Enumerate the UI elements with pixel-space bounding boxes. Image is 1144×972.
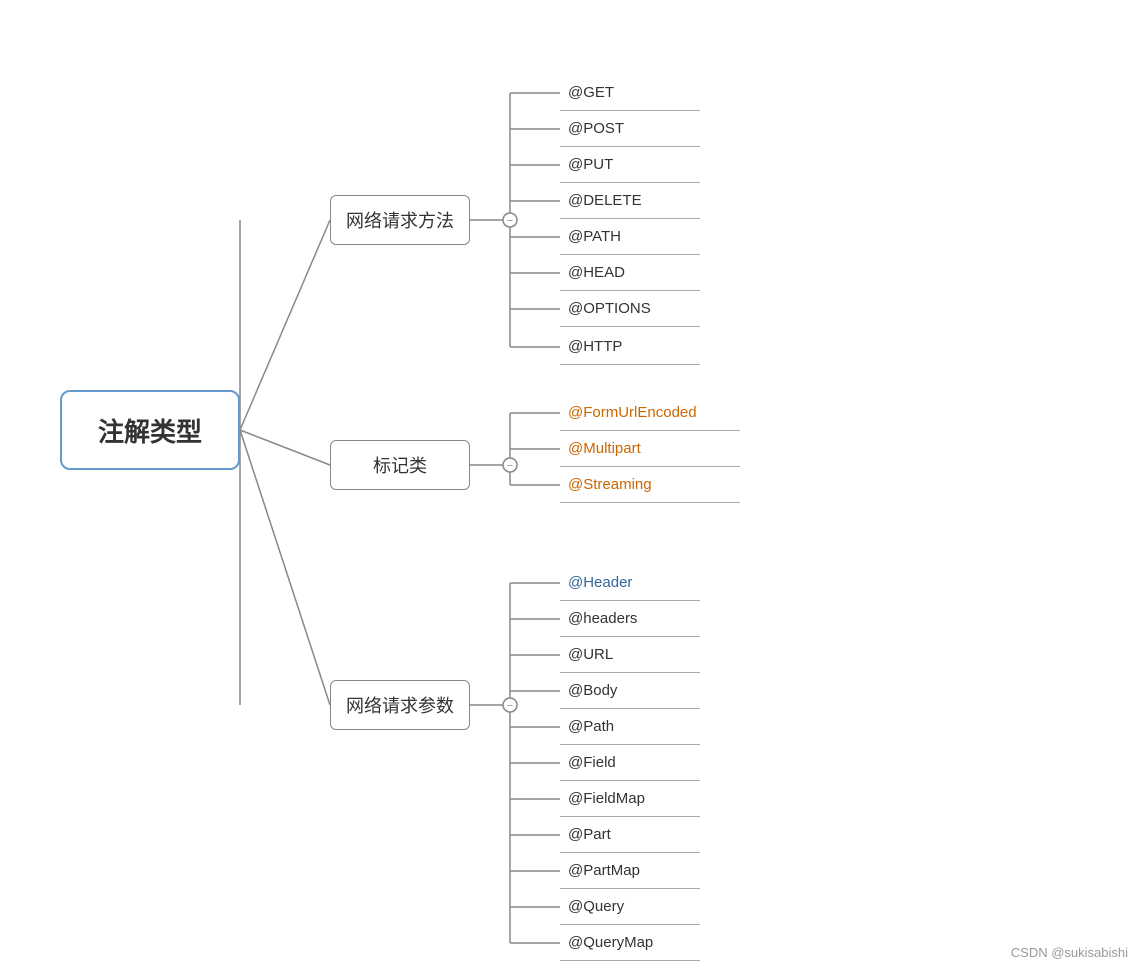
leaf-formurl: @FormUrlEncoded: [560, 395, 740, 431]
svg-text:−: −: [507, 460, 513, 472]
leaf-delete: @DELETE: [560, 183, 700, 219]
leaf-post: @POST: [560, 111, 700, 147]
branch-node-3: 网络请求参数: [330, 680, 470, 730]
svg-text:−: −: [507, 215, 513, 227]
leaf-querymap: @QueryMap: [560, 925, 700, 961]
diagram-container: − − − 注解类型 网络请求方法 @GET @POST @PUT @DELET…: [0, 0, 1144, 972]
root-label: 注解类型: [98, 412, 202, 449]
branch-3-label: 网络请求参数: [346, 692, 454, 718]
watermark: CSDN @sukisabishi: [1011, 945, 1128, 960]
branch-1-label: 网络请求方法: [346, 207, 454, 233]
root-node: 注解类型: [60, 390, 240, 470]
leaf-multipart: @Multipart: [560, 431, 740, 467]
svg-text:−: −: [507, 700, 513, 712]
leaf-fieldmap: @FieldMap: [560, 781, 700, 817]
leaf-headers: @headers: [560, 601, 700, 637]
leaf-get: @GET: [560, 75, 700, 111]
leaf-part: @Part: [560, 817, 700, 853]
leaf-head: @HEAD: [560, 255, 700, 291]
branch-node-1: 网络请求方法: [330, 195, 470, 245]
leaf-body: @Body: [560, 673, 700, 709]
leaf-query: @Query: [560, 889, 700, 925]
leaf-put: @PUT: [560, 147, 700, 183]
leaf-http: @HTTP: [560, 329, 700, 365]
leaf-partmap: @PartMap: [560, 853, 700, 889]
leaf-field: @Field: [560, 745, 700, 781]
leaf-header: @Header: [560, 565, 700, 601]
branch-node-2: 标记类: [330, 440, 470, 490]
leaf-options: @OPTIONS: [560, 291, 700, 327]
leaf-url: @URL: [560, 637, 700, 673]
branch-2-label: 标记类: [373, 452, 427, 478]
leaf-path: @PATH: [560, 219, 700, 255]
leaf-streaming: @Streaming: [560, 467, 740, 503]
leaf-pathparam: @Path: [560, 709, 700, 745]
